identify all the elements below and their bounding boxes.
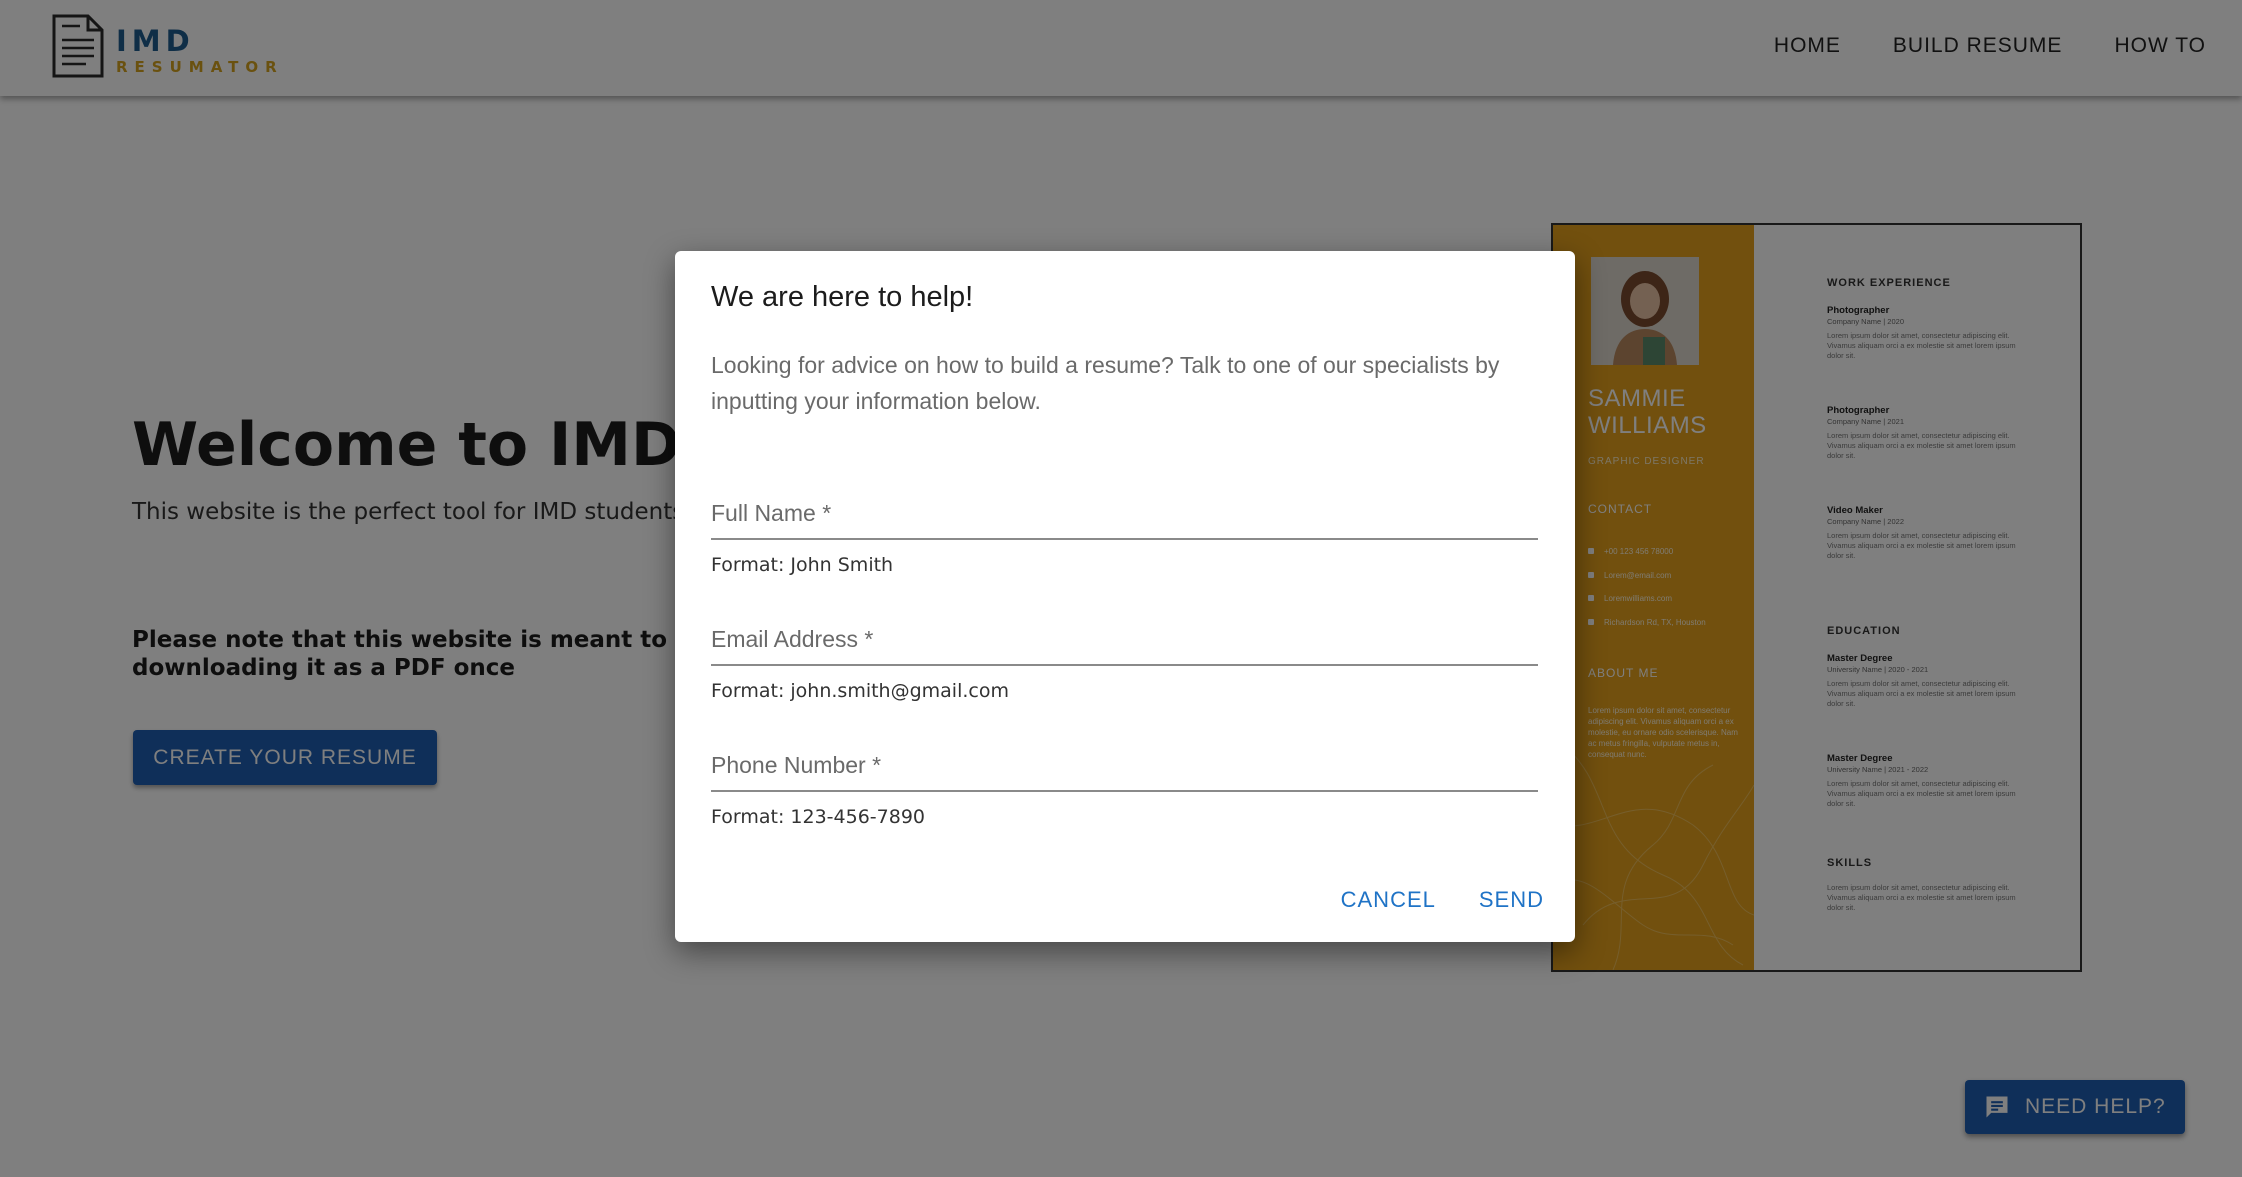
phone-hint: Format: 123-456-7890 [711, 806, 925, 828]
full-name-hint: Format: John Smith [711, 554, 894, 576]
send-button[interactable]: SEND [1479, 887, 1544, 913]
full-name-field-group: Format: John Smith [711, 488, 1538, 576]
dialog-title: We are here to help! [711, 281, 974, 313]
phone-field-group: Format: 123-456-7890 [711, 740, 1538, 828]
email-hint: Format: john.smith@gmail.com [711, 680, 1009, 702]
dialog-description: Looking for advice on how to build a res… [711, 352, 1500, 414]
dialog-actions: CANCEL SEND [1341, 887, 1544, 913]
email-field-group: Format: john.smith@gmail.com [711, 614, 1538, 702]
full-name-input[interactable] [711, 488, 1538, 540]
cancel-button[interactable]: CANCEL [1341, 887, 1436, 913]
email-input[interactable] [711, 614, 1538, 666]
phone-input[interactable] [711, 740, 1538, 792]
help-dialog: We are here to help! Looking for advice … [675, 251, 1575, 942]
